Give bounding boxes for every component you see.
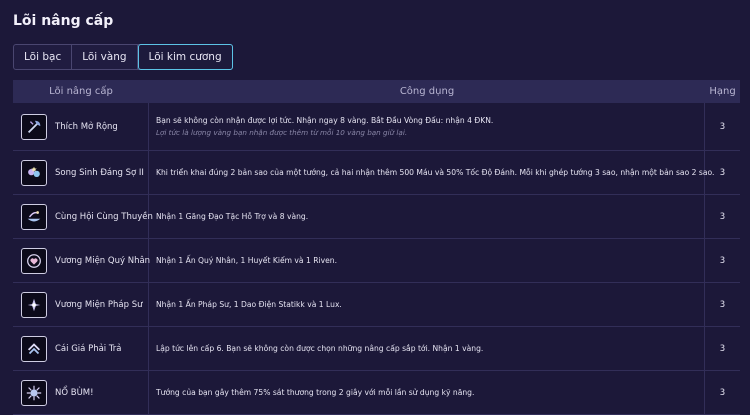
augment-name: Vương Miện Quý Nhân [55,255,151,266]
augment-description: Lập tức lên cấp 6. Bạn sẽ không còn được… [156,344,484,353]
augment-name: Cái Giá Phải Trả [55,343,122,354]
augment-name: Vương Miện Pháp Sư [55,299,143,310]
page-title: Lõi nâng cấp [13,13,114,29]
augment-note: Lợi tức là lượng vàng bạn nhận được thêm… [156,128,408,137]
core-tier-tabs: Lõi bạc Lõi vàng Lõi kim cương [13,44,233,70]
augment-description: Bạn sẽ không còn nhận được lợi tức. Nhận… [156,116,494,125]
augment-tier: 3 [719,211,726,222]
augment-tier: 3 [719,387,726,398]
augment-tier: 3 [719,343,726,354]
level-up-icon [21,335,47,362]
augment-description: Nhận 1 Găng Đạo Tặc Hỗ Trợ và 8 vàng. [156,212,309,221]
table-row[interactable]: Cùng Hội Cùng Thuyền Nhận 1 Găng Đạo Tặc… [13,195,740,239]
augment-description: Nhận 1 Ấn Pháp Sư, 1 Dao Điện Statikk và… [156,300,342,309]
tab-silver[interactable]: Lõi bạc [14,45,73,69]
table-row[interactable]: Thích Mở Rộng Bạn sẽ không còn nhận được… [13,103,740,151]
augment-name: Cùng Hội Cùng Thuyền [55,211,153,222]
table-row[interactable]: Vương Miện Pháp Sư Nhận 1 Ấn Pháp Sư, 1 … [13,283,740,327]
augment-name: NỔ BÙM! [55,387,94,398]
axe-icon [21,113,47,140]
augment-description: Nhận 1 Ấn Quý Nhân, 1 Huyết Kiếm và 1 Ri… [156,256,338,265]
tab-gold[interactable]: Lõi vàng [72,45,138,69]
augment-table: Lõi nâng cấp Công dụng Hạng Thích Mở Rộn… [13,80,740,415]
augment-tier: 3 [719,167,726,178]
table-row[interactable]: Cái Giá Phải Trả Lập tức lên cấp 6. Bạn … [13,327,740,371]
mage-crown-icon [21,291,47,318]
augment-tier: 3 [719,299,726,310]
header-effect[interactable]: Công dụng [149,80,705,103]
header-augment[interactable]: Lõi nâng cấp [13,80,149,103]
augment-description: Khi triển khai đúng 2 bản sao của một tư… [156,168,715,177]
twin-stars-icon [21,159,47,186]
table-row[interactable]: Vương Miện Quý Nhân Nhận 1 Ấn Quý Nhân, … [13,239,740,283]
table-header: Lõi nâng cấp Công dụng Hạng [13,80,740,103]
augment-name: Song Sinh Đáng Sợ II [55,167,144,178]
augment-tier: 3 [719,255,726,266]
table-row[interactable]: Song Sinh Đáng Sợ II Khi triển khai đúng… [13,151,740,195]
heart-crown-icon [21,247,47,274]
boat-icon [21,203,47,230]
augment-description: Tướng của bạn gây thêm 75% sát thương tr… [156,388,475,397]
table-row[interactable]: NỔ BÙM! Tướng của bạn gây thêm 75% sát t… [13,371,740,415]
augment-name: Thích Mở Rộng [55,121,118,132]
explosion-icon [21,379,47,406]
header-tier[interactable]: Hạng [705,80,740,103]
augment-tier: 3 [719,121,726,132]
tab-prismatic[interactable]: Lõi kim cương [137,44,233,70]
